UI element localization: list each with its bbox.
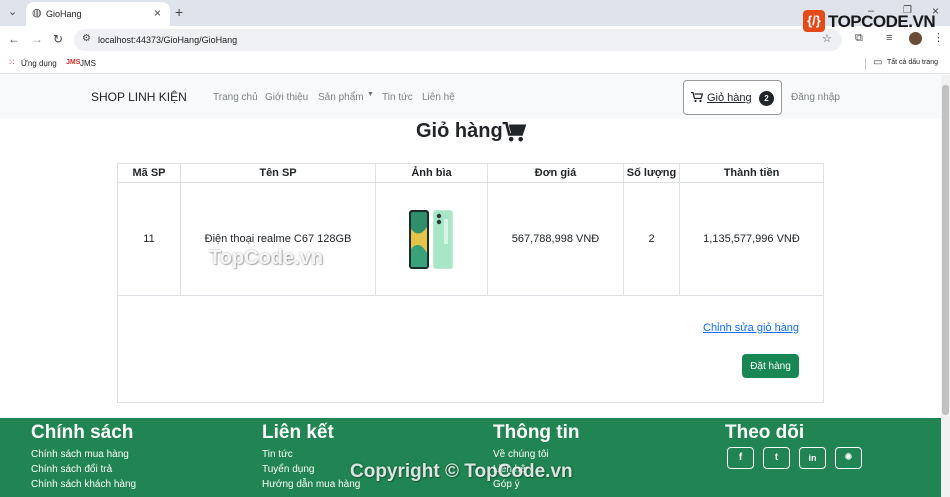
url-text: localhost:44373/GioHang/GioHang [98, 35, 238, 45]
footer-heading-links: Liên kết [262, 422, 334, 443]
bookmark-jms[interactable]: JMS [80, 59, 96, 68]
menu-icon[interactable]: ⋮ [933, 33, 944, 44]
col-header-total: Thành tiền [680, 164, 823, 183]
bookmark-apps[interactable]: Ứng dụng [21, 59, 57, 68]
cart-button[interactable]: Giỏ hàng 2 [683, 80, 782, 115]
table-row: 11 Điện thoại realme C67 128GB 567,788,9… [118, 183, 823, 296]
footer-heading-policy: Chính sách [31, 422, 134, 443]
page-scrollbar[interactable] [941, 75, 950, 497]
cart-icon [691, 92, 703, 103]
apps-icon: ⁙ [8, 57, 16, 67]
watermark-center: TopCode.vn [209, 247, 324, 269]
bookmark-star-icon[interactable]: ☆ [822, 34, 832, 45]
brand[interactable]: SHOP LINH KIỆN [91, 90, 187, 104]
cart-heading: Giỏ hàng [416, 120, 526, 146]
nav-about[interactable]: Giới thiệu [265, 92, 308, 103]
bookmarks-bar: ⁙ Ứng dụng JMS JMS ▭ Tất cả dấu trang [0, 54, 950, 74]
order-button[interactable]: Đặt hàng [742, 354, 799, 378]
col-header-qty: Số lượng [624, 164, 680, 183]
reload-icon[interactable]: ↻ [53, 33, 63, 45]
topcode-logo-icon: {/} [803, 10, 825, 32]
cart-table: Mã SP Tên SP Ảnh bìa Đơn giá Số lượng Th… [117, 163, 824, 403]
cell-id: 11 [118, 183, 181, 296]
address-bar[interactable]: ⚙ localhost:44373/GioHang/GioHang ☆ [74, 29, 842, 51]
tab-title: GioHang [46, 9, 82, 19]
cell-price: 567,788,998 VNĐ [488, 183, 624, 296]
nav-login[interactable]: Đăng nhập [791, 92, 840, 103]
forward-icon[interactable]: → [31, 33, 43, 45]
footer-link[interactable]: Tuyển dụng [262, 464, 314, 475]
back-icon[interactable]: ← [8, 33, 20, 45]
new-tab-icon[interactable]: + [175, 5, 183, 19]
tab-search-icon[interactable]: ⌄ [8, 7, 17, 18]
cell-total: 1,135,577,996 VNĐ [703, 233, 800, 245]
facebook-icon[interactable]: f [727, 447, 754, 469]
col-header-price: Đơn giá [488, 164, 624, 183]
close-tab-icon[interactable]: × [154, 7, 161, 19]
all-bookmarks[interactable]: Tất cả dấu trang [887, 59, 938, 66]
media-icon[interactable]: ≡ [886, 33, 892, 44]
footer-link[interactable]: Chính sách mua hàng [31, 449, 129, 460]
watermark-copyright: Copyright © TopCode.vn [350, 461, 573, 482]
folder-icon: ▭ [873, 57, 883, 68]
col-header-id: Mã SP [118, 164, 181, 183]
footer-link[interactable]: Hướng dẫn mua hàng [262, 479, 360, 490]
dribbble-icon[interactable]: ✺ [835, 447, 862, 469]
footer-heading-info: Thông tin [493, 422, 580, 443]
twitter-icon[interactable]: t [763, 447, 790, 469]
dropdown-caret-icon[interactable]: ▼ [367, 91, 374, 98]
globe-icon: ◍ [32, 7, 42, 19]
cell-image [376, 183, 488, 296]
nav-contact[interactable]: Liên hệ [422, 92, 455, 103]
page-title: Giỏ hàng [416, 120, 503, 142]
footer-link[interactable]: Chính sách đổi trả [31, 464, 112, 475]
nav-home[interactable]: Trang chủ [213, 92, 258, 103]
scrollbar-thumb[interactable] [942, 85, 949, 415]
col-header-name: Tên SP [181, 164, 376, 183]
edit-cart-link[interactable]: Chỉnh sửa giỏ hàng [703, 322, 799, 334]
jms-icon: JMS [66, 59, 81, 66]
bookmark-divider [865, 58, 866, 70]
cell-name: Điện thoại realme C67 128GB [181, 183, 376, 296]
page-content: SHOP LINH KIỆN Trang chủ Giới thiệu Sản … [0, 75, 941, 497]
linkedin-icon[interactable]: in [799, 447, 826, 469]
cart-label: Giỏ hàng [707, 92, 752, 104]
col-header-image: Ảnh bìa [376, 164, 488, 183]
product-image [409, 210, 453, 269]
site-info-icon[interactable]: ⚙ [82, 34, 91, 44]
topcode-logo-text: TOPCODE.VN [828, 12, 936, 31]
footer-link[interactable]: Tin tức [262, 449, 293, 460]
browser-tab[interactable]: ◍ GioHang × [26, 2, 170, 26]
nav-news[interactable]: Tin tức [382, 92, 413, 103]
footer-heading-follow: Theo dõi [725, 422, 805, 443]
footer-link[interactable]: Chính sách khách hàng [31, 479, 136, 490]
cell-qty: 2 [624, 183, 680, 296]
footer-link[interactable]: Về chúng tôi [493, 449, 549, 460]
extensions-icon[interactable]: ⧉ [855, 33, 863, 44]
cart-title-icon [502, 122, 526, 142]
profile-avatar[interactable] [909, 32, 922, 45]
nav-products[interactable]: Sản phẩm [318, 92, 364, 103]
navbar: SHOP LINH KIỆN Trang chủ Giới thiệu Sản … [0, 75, 941, 119]
footer: Chính sách Chính sách mua hàng Chính sác… [0, 418, 941, 497]
cart-count-badge: 2 [759, 91, 774, 106]
